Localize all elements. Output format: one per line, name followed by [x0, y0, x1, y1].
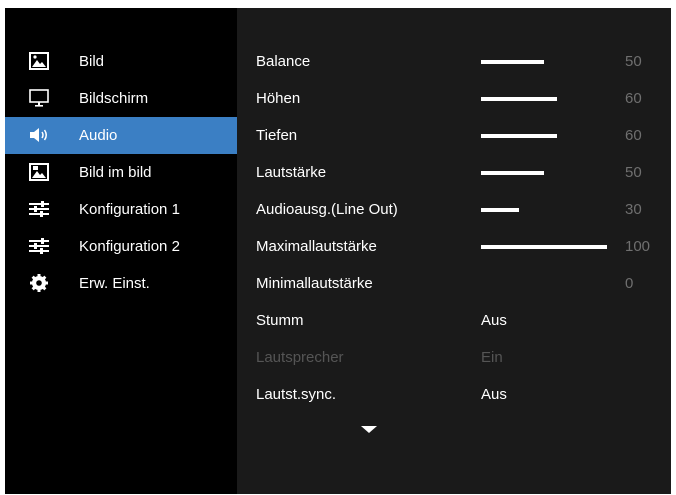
setting-value: Ein [481, 349, 503, 366]
sidebar-item-label: Konfiguration 2 [79, 238, 180, 255]
setting-label: Audioausg.(Line Out) [256, 201, 398, 218]
setting-label: Lautst.sync. [256, 386, 337, 403]
level-bar [481, 171, 544, 175]
setting-row-maximallautstaerke[interactable]: Maximallautstärke 100 [237, 228, 671, 265]
setting-label: Maximallautstärke [256, 238, 377, 255]
picture-icon [29, 52, 49, 70]
level-value: 0 [625, 275, 634, 292]
level-bar [481, 97, 557, 101]
sliders-icon [29, 237, 49, 255]
level-value: 50 [625, 53, 642, 70]
setting-label: Höhen [256, 90, 301, 107]
setting-label: Lautsprecher [256, 349, 344, 366]
osd-screen: Bild Bildschirm Audio Bild im bild Konfi… [5, 8, 671, 494]
setting-row-minimallautstaerke[interactable]: Minimallautstärke 0 [237, 265, 671, 302]
setting-label: Stumm [256, 312, 304, 329]
setting-label: Tiefen [256, 127, 298, 144]
sliders-icon [29, 200, 49, 218]
sidebar-item-audio[interactable]: Audio [5, 117, 237, 154]
sidebar-item-label: Bild im bild [79, 164, 152, 181]
level-bar [481, 134, 557, 138]
setting-value: Aus [481, 386, 507, 403]
sidebar-item-label: Bildschirm [79, 90, 149, 107]
sidebar-item-konfiguration-1[interactable]: Konfiguration 1 [5, 191, 237, 228]
setting-row-tiefen[interactable]: Tiefen 60 [237, 117, 671, 154]
speaker-icon [29, 126, 49, 144]
level-value: 50 [625, 164, 642, 181]
chevron-down-icon[interactable] [361, 426, 377, 433]
level-value: 100 [625, 238, 651, 255]
setting-row-balance[interactable]: Balance 50 [237, 43, 671, 80]
setting-row-lautsprecher: Lautsprecher Ein [237, 339, 671, 376]
level-bar [481, 208, 519, 212]
sidebar-item-konfiguration-2[interactable]: Konfiguration 2 [5, 228, 237, 265]
setting-row-stumm[interactable]: Stumm Aus [237, 302, 671, 339]
sidebar-item-label: Konfiguration 1 [79, 201, 180, 218]
sidebar-item-label: Bild [79, 53, 105, 70]
sidebar-item-bild-im-bild[interactable]: Bild im bild [5, 154, 237, 191]
setting-label: Lautstärke [256, 164, 327, 181]
level-value: 60 [625, 127, 642, 144]
sidebar-item-label: Erw. Einst. [79, 275, 150, 292]
level-value: 60 [625, 90, 642, 107]
sidebar-item-bildschirm[interactable]: Bildschirm [5, 80, 237, 117]
level-value: 30 [625, 201, 642, 218]
monitor-icon [29, 89, 49, 107]
setting-label: Balance [256, 53, 311, 70]
sidebar-item-label: Audio [79, 127, 118, 144]
level-bar [481, 60, 544, 64]
level-bar [481, 245, 607, 249]
sidebar-item-bild[interactable]: Bild [5, 43, 237, 80]
gear-icon [29, 274, 49, 292]
setting-value: Aus [481, 312, 507, 329]
setting-row-audioausg[interactable]: Audioausg.(Line Out) 30 [237, 191, 671, 228]
picture-in-picture-icon [29, 163, 49, 181]
setting-row-lautstaerke[interactable]: Lautstärke 50 [237, 154, 671, 191]
setting-label: Minimallautstärke [256, 275, 373, 292]
setting-row-lautst-sync[interactable]: Lautst.sync. Aus [237, 376, 671, 413]
setting-row-hoehen[interactable]: Höhen 60 [237, 80, 671, 117]
sidebar-item-erw-einst[interactable]: Erw. Einst. [5, 265, 237, 302]
